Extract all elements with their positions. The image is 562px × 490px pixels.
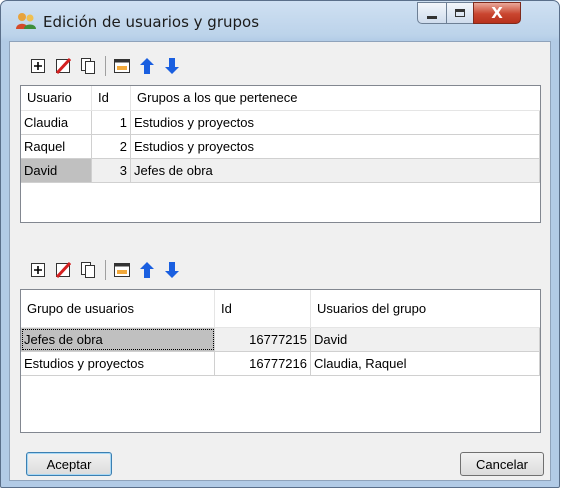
add-user-button[interactable] xyxy=(27,55,49,77)
cell-grupo[interactable]: Jefes de obra xyxy=(21,328,215,351)
cell-usuario[interactable]: Claudia xyxy=(21,111,92,134)
delete-icon xyxy=(55,58,71,74)
minimize-button[interactable] xyxy=(417,2,447,24)
cell-grupo[interactable]: Estudios y proyectos xyxy=(21,352,215,375)
up-arrow-icon xyxy=(140,58,154,74)
close-icon: X xyxy=(491,4,503,22)
column-header-usuarios[interactable]: Usuarios del grupo xyxy=(311,290,540,327)
groups-table-header: Grupo de usuarios Id Usuarios del grupo xyxy=(21,290,540,328)
delete-icon xyxy=(55,262,71,278)
cell-grupos[interactable]: Estudios y proyectos xyxy=(131,135,540,158)
column-header-usuario[interactable]: Usuario xyxy=(21,86,92,110)
add-icon xyxy=(31,59,45,73)
delete-user-button[interactable] xyxy=(52,55,74,77)
table-row[interactable]: Raquel 2 Estudios y proyectos xyxy=(21,135,540,159)
cancel-button[interactable]: Cancelar xyxy=(460,452,544,476)
column-header-id[interactable]: Id xyxy=(92,86,131,110)
table-row-selected[interactable]: Jefes de obra 16777215 David xyxy=(21,328,540,352)
window-title: Edición de usuarios y grupos xyxy=(43,13,260,31)
edit-icon xyxy=(114,59,130,73)
delete-group-button[interactable] xyxy=(52,259,74,281)
title-bar[interactable]: Edición de usuarios y grupos X xyxy=(1,1,559,41)
users-group-icon xyxy=(16,13,36,29)
copy-icon xyxy=(81,58,95,74)
add-icon xyxy=(31,263,45,277)
dialog-client-area: Usuario Id Grupos a los que pertenece Cl… xyxy=(9,41,551,481)
maximize-button[interactable] xyxy=(446,2,474,24)
cell-grupos[interactable]: Estudios y proyectos xyxy=(131,111,540,134)
edit-user-button[interactable] xyxy=(111,55,133,77)
cell-id[interactable]: 1 xyxy=(92,111,131,134)
column-header-grupos[interactable]: Grupos a los que pertenece xyxy=(131,86,540,110)
edit-group-button[interactable] xyxy=(111,259,133,281)
cell-id[interactable]: 2 xyxy=(92,135,131,158)
move-down-user-button[interactable] xyxy=(161,55,183,77)
edit-icon xyxy=(114,263,130,277)
move-up-user-button[interactable] xyxy=(136,55,158,77)
accept-button[interactable]: Aceptar xyxy=(26,452,112,476)
column-header-id[interactable]: Id xyxy=(215,290,311,327)
cell-id[interactable]: 16777216 xyxy=(215,352,311,375)
column-header-grupo[interactable]: Grupo de usuarios xyxy=(21,290,215,327)
table-row[interactable]: Estudios y proyectos 16777216 Claudia, R… xyxy=(21,352,540,376)
cell-usuarios[interactable]: Claudia, Raquel xyxy=(311,352,540,375)
cell-id[interactable]: 16777215 xyxy=(215,328,311,351)
users-toolbar xyxy=(27,54,186,78)
cell-usuarios[interactable]: David xyxy=(311,328,540,351)
cell-usuario[interactable]: David xyxy=(21,159,92,182)
move-up-group-button[interactable] xyxy=(136,259,158,281)
down-arrow-icon xyxy=(165,262,179,278)
cell-grupos[interactable]: Jefes de obra xyxy=(131,159,540,182)
maximize-icon xyxy=(455,9,465,17)
up-arrow-icon xyxy=(140,262,154,278)
users-table-header: Usuario Id Grupos a los que pertenece xyxy=(21,86,540,111)
cell-usuario[interactable]: Raquel xyxy=(21,135,92,158)
copy-icon xyxy=(81,262,95,278)
groups-table[interactable]: Grupo de usuarios Id Usuarios del grupo … xyxy=(20,289,541,433)
add-group-button[interactable] xyxy=(27,259,49,281)
move-down-group-button[interactable] xyxy=(161,259,183,281)
copy-group-button[interactable] xyxy=(77,259,99,281)
copy-user-button[interactable] xyxy=(77,55,99,77)
table-row-selected[interactable]: David 3 Jefes de obra xyxy=(21,159,540,183)
groups-toolbar xyxy=(27,258,186,282)
table-row[interactable]: Claudia 1 Estudios y proyectos xyxy=(21,111,540,135)
dialog-window: Edición de usuarios y grupos X Usuario I… xyxy=(0,0,560,488)
toolbar-separator xyxy=(105,260,106,280)
users-table[interactable]: Usuario Id Grupos a los que pertenece Cl… xyxy=(20,85,541,223)
cell-id[interactable]: 3 xyxy=(92,159,131,182)
down-arrow-icon xyxy=(165,58,179,74)
toolbar-separator xyxy=(105,56,106,76)
close-button[interactable]: X xyxy=(473,2,521,24)
minimize-icon xyxy=(427,15,437,19)
